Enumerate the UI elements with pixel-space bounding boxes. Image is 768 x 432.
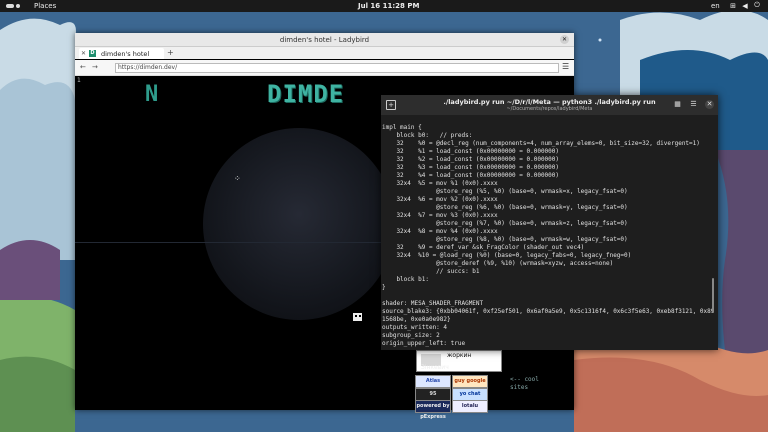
terminal-scrollbar[interactable]: [712, 278, 714, 313]
terminal-line: 32 %4 = load_const (0x00000000 = 0.00000…: [382, 172, 560, 179]
moon-graphic: [203, 128, 395, 320]
hamburger-menu-icon[interactable]: ☰: [562, 62, 569, 71]
network-icon: ⊞: [730, 1, 736, 10]
window-title: dimden's hotel - Ladybird: [279, 36, 370, 44]
terminal-line: @store_reg (%8, %0) (base=0, wrmask=w, l…: [382, 236, 628, 243]
friend-name-2: Зінкевич: [421, 364, 449, 371]
terminal-line: outputs_written: 4: [382, 324, 448, 331]
terminal-line: origin_upper_left: true: [382, 340, 466, 347]
terminal-window: + ./ladybird.py run ~/D/r/l/Meta — pytho…: [381, 95, 718, 350]
keyboard-layout[interactable]: en: [711, 2, 720, 10]
site-logo: DIMDE: [267, 80, 345, 108]
grid-view-icon[interactable]: ▦: [673, 100, 682, 109]
terminal-subtitle: ~/Documents/repos/ladybird/Meta: [506, 106, 593, 112]
url-input[interactable]: https://dimden.dev/: [115, 63, 559, 73]
power-icon: ⏻: [754, 1, 760, 9]
close-terminal-button[interactable]: ✕: [705, 100, 714, 109]
terminal-line: }: [382, 284, 386, 291]
terminal-line: 32 %9 = deref_var &sk_FragColor (shader_…: [382, 244, 585, 251]
terminal-line: subgroup_size: 2: [382, 332, 440, 339]
terminal-line: 32 %1 = load_const (0x00000000 = 0.00000…: [382, 148, 560, 155]
logo-letter: N: [145, 82, 160, 107]
mouse-pointer-icon: ⁘: [234, 174, 241, 183]
terminal-line: 32x4 %7 = mov %3 (0x0).xxxx: [382, 212, 498, 219]
places-menu[interactable]: Places: [34, 2, 56, 10]
top-bar: Places Jul 16 11:28 PM en ⊞ ◀ ⏻: [0, 0, 768, 12]
terminal-title: ./ladybird.py run ~/D/r/l/Meta — python3…: [443, 98, 656, 106]
activities-icon[interactable]: [6, 4, 22, 8]
terminal-output[interactable]: impl main { block b0: // preds: 32 %0 = …: [382, 116, 716, 349]
forward-arrow-icon[interactable]: →: [92, 63, 98, 71]
terminal-header[interactable]: + ./ladybird.py run ~/D/r/l/Meta — pytho…: [381, 95, 718, 115]
favicon-icon: D: [89, 50, 96, 57]
terminal-line: 32 %3 = load_const (0x00000000 = 0.00000…: [382, 164, 560, 171]
terminal-line: 32x4 %6 = mov %2 (0x0).xxxx: [382, 196, 498, 203]
friend-name: жоркин: [447, 352, 472, 359]
tab-dimdens-hotel[interactable]: ✕ D dimden's hotel: [79, 48, 164, 59]
terminal-line: shader: MESA_SHADER_FRAGMENT: [382, 300, 484, 307]
terminal-menu-icon[interactable]: ☰: [689, 100, 698, 109]
terminal-line: @store_reg (%6, %0) (base=0, wrmask=y, l…: [382, 204, 628, 211]
badge-lotalu[interactable]: lotalu: [452, 400, 488, 413]
terminal-line: 32x4 %5 = mov %1 (0x0).xxxx: [382, 180, 498, 187]
terminal-line: source_blake3: {0xbb04061f, 0xf25ef501, …: [382, 308, 715, 315]
terminal-line: @store_deref (%9, %10) (wrmask=xyzw, acc…: [382, 260, 614, 267]
badge-atlas[interactable]: Atlas: [415, 375, 451, 388]
volume-icon: ◀: [742, 1, 748, 10]
terminal-line: 32 %2 = load_const (0x00000000 = 0.00000…: [382, 156, 560, 163]
clock[interactable]: Jul 16 11:28 PM: [358, 2, 419, 10]
terminal-line: 32 %0 = @decl_reg (num_components=4, num…: [382, 140, 700, 147]
badge-pexpress[interactable]: powered by pExpress: [415, 400, 451, 420]
back-arrow-icon[interactable]: ←: [80, 63, 86, 71]
cool-sites-line-1: <-- cool: [510, 376, 539, 383]
close-tab-icon[interactable]: ✕: [81, 50, 86, 57]
ghost-cursor-icon: [353, 313, 362, 321]
terminal-line: impl main {: [382, 124, 422, 131]
terminal-line: block b0: // preds:: [382, 132, 473, 139]
close-window-button[interactable]: ✕: [560, 35, 569, 44]
line-number: 1: [77, 77, 81, 84]
terminal-line: // succs: b1: [382, 268, 480, 275]
terminal-line: block b1:: [382, 276, 429, 283]
terminal-line: @store_reg (%7, %0) (base=0, wrmask=z, l…: [382, 220, 628, 227]
system-menu[interactable]: ⊞ ◀ ⏻: [729, 1, 761, 10]
terminal-line: 1568be, 0xe0a0e982}: [382, 316, 451, 323]
tab-label: dimden's hotel: [101, 50, 150, 58]
terminal-line: 32x4 %8 = mov %4 (0x0).xxxx: [382, 228, 498, 235]
cool-sites-note: <-- cool sites: [510, 376, 539, 392]
terminal-line: @store_reg (%5, %0) (base=0, wrmask=x, l…: [382, 188, 628, 195]
badge-guy-google[interactable]: guy google: [452, 375, 488, 388]
cool-sites-line-2: sites: [510, 384, 529, 391]
browser-titlebar[interactable]: dimden's hotel - Ladybird ✕: [75, 33, 574, 47]
navigation-bar: ← → https://dimden.dev/ ☰: [75, 60, 574, 76]
new-tab-button[interactable]: +: [167, 48, 174, 57]
terminal-line: 32x4 %10 = @load_reg (%0) (base=0, legac…: [382, 252, 632, 259]
tab-bar: ✕ D dimden's hotel +: [75, 47, 574, 59]
